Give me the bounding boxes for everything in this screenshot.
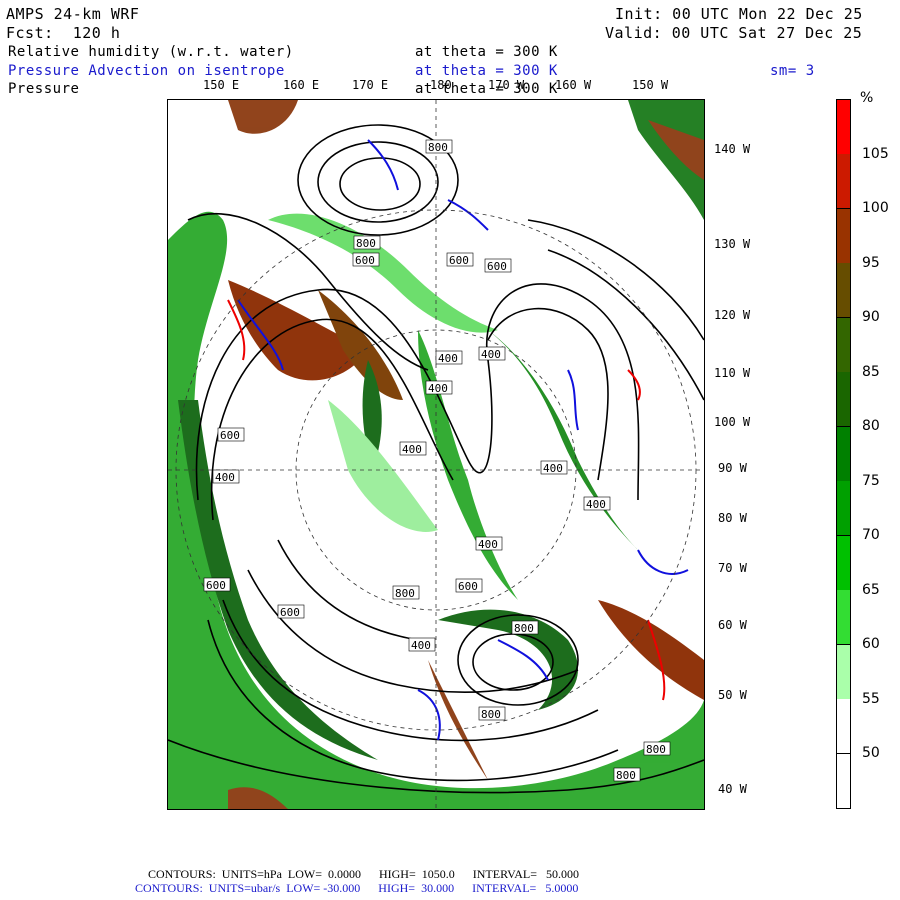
- colorbar-label: 95: [862, 255, 880, 271]
- lon-label-right: 100 W: [714, 415, 751, 429]
- colorbar-segment: [837, 372, 850, 428]
- field1-level: at theta = 300 K: [415, 44, 558, 60]
- colorbar-segment: [837, 753, 850, 809]
- lon-label-right: 130 W: [714, 237, 751, 251]
- contour-label: 400: [586, 498, 606, 511]
- colorbar-segment: [837, 426, 850, 482]
- contour-label: 400: [428, 382, 448, 395]
- lon-label-right: 110 W: [714, 366, 751, 380]
- contour-label: 400: [438, 352, 458, 365]
- colorbar-segment: [837, 590, 850, 646]
- lon-label-top: 150 W: [632, 78, 669, 92]
- contour-label: 400: [402, 443, 422, 456]
- lon-label-right: 140 W: [714, 142, 751, 156]
- contour-label: 600: [206, 579, 226, 592]
- field1-name: Relative humidity (w.r.t. water): [8, 44, 294, 60]
- colorbar-label: 80: [862, 418, 880, 434]
- contour-label: 400: [478, 538, 498, 551]
- map-plot: 800 600 600 800 400 400 400 400 400 400 …: [167, 100, 705, 810]
- colorbar-label: 85: [862, 364, 880, 380]
- lon-label-top: 160 E: [283, 78, 320, 92]
- colorbar-label: 100: [862, 200, 889, 216]
- colorbar-segment: [837, 699, 850, 755]
- colorbar-unit: %: [860, 90, 874, 106]
- colorbar-segment: [837, 208, 850, 264]
- lon-label-right: 40 W: [718, 782, 747, 796]
- contour-label: 400: [543, 462, 563, 475]
- lon-label-top: 180: [430, 78, 452, 92]
- contour-label: 800: [616, 769, 636, 782]
- contour-label: 800: [481, 708, 501, 721]
- contour-label: 600: [458, 580, 478, 593]
- contour-label: 800: [428, 141, 448, 154]
- lon-label-top: 160 W: [555, 78, 592, 92]
- lon-label-top: 170 E: [352, 78, 389, 92]
- forecast-hour: Fcst: 120 h: [6, 24, 121, 42]
- colorbar-label: 50: [862, 745, 880, 761]
- colorbar-segment: [837, 263, 850, 319]
- smoothing-label: sm= 3: [770, 63, 815, 79]
- model-title: AMPS 24-km WRF: [6, 5, 140, 23]
- init-time: Init: 00 UTC Mon 22 Dec 25: [615, 5, 863, 23]
- contour-label: 600: [220, 429, 240, 442]
- contour-label: 600: [355, 254, 375, 267]
- contour-label: 600: [280, 606, 300, 619]
- lon-label-right: 60 W: [718, 618, 747, 632]
- colorbar-label: 60: [862, 636, 880, 652]
- field3-name: Pressure: [8, 81, 80, 97]
- lon-label-right: 90 W: [718, 461, 747, 475]
- colorbar-segment: [837, 154, 850, 210]
- colorbar-segment: [837, 100, 850, 155]
- contour-label: 400: [215, 471, 235, 484]
- contour-label: 600: [487, 260, 507, 273]
- colorbar-label: 70: [862, 527, 880, 543]
- colorbar-segment: [837, 317, 850, 373]
- map-panel: 800 600 600 800 400 400 400 400 400 400 …: [167, 99, 705, 810]
- colorbar: [836, 99, 851, 809]
- colorbar-label: 55: [862, 691, 880, 707]
- contour-label: 400: [411, 639, 431, 652]
- lon-label-right: 80 W: [718, 511, 747, 525]
- lon-label-right: 120 W: [714, 308, 751, 322]
- lon-label-right: 50 W: [718, 688, 747, 702]
- colorbar-label: 65: [862, 582, 880, 598]
- colorbar-label: 75: [862, 473, 880, 489]
- colorbar-label: 105: [862, 146, 889, 162]
- colorbar-segment: [837, 481, 850, 537]
- contour-label: 400: [481, 348, 501, 361]
- colorbar-segment: [837, 644, 850, 700]
- colorbar-label: 90: [862, 309, 880, 325]
- lon-label-top: 170 W: [488, 78, 525, 92]
- contour-label: 800: [514, 622, 534, 635]
- lon-label-top: 150 E: [203, 78, 240, 92]
- contour-label: 800: [395, 587, 415, 600]
- footer-contours-pressure: CONTOURS: UNITS=hPa LOW= 0.0000 HIGH= 10…: [148, 867, 579, 881]
- contour-label: 600: [449, 254, 469, 267]
- contour-label: 800: [646, 743, 666, 756]
- footer-contours-advection: CONTOURS: UNITS=ubar/s LOW= -30.000 HIGH…: [135, 881, 579, 895]
- lon-label-right: 70 W: [718, 561, 747, 575]
- field2-name: Pressure Advection on isentrope: [8, 63, 285, 79]
- colorbar-segment: [837, 535, 850, 591]
- valid-time: Valid: 00 UTC Sat 27 Dec 25: [605, 24, 863, 42]
- contour-label: 800: [356, 237, 376, 250]
